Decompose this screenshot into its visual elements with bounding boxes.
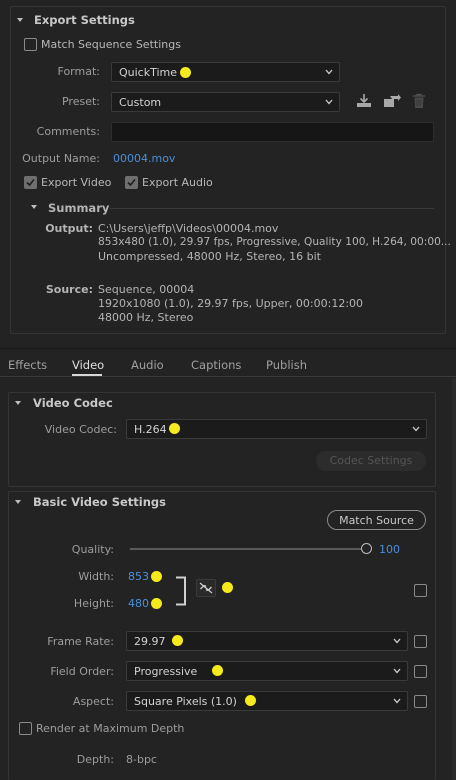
tab-publish[interactable]: Publish xyxy=(266,358,307,372)
format-label: Format: xyxy=(57,65,100,78)
quality-slider-handle[interactable] xyxy=(361,543,372,554)
format-dropdown[interactable]: QuickTime xyxy=(111,62,340,82)
summary-source-line: 1920x1080 (1.0), 29.97 fps, Upper, 00:00… xyxy=(98,297,364,310)
summary-output-line: Uncompressed, 48000 Hz, Stereo, 16 bit xyxy=(98,250,321,263)
match-sequence-checkbox[interactable] xyxy=(24,38,37,51)
aspect-value: Square Pixels (1.0) xyxy=(134,695,237,708)
quality-slider-track[interactable] xyxy=(130,548,366,550)
field-order-value: Progressive xyxy=(134,665,198,678)
preset-dropdown[interactable]: Custom xyxy=(111,92,340,112)
basic-video-settings-title: Basic Video Settings xyxy=(33,495,166,509)
frame-rate-value: 29.97 xyxy=(134,635,166,648)
chevron-down-icon xyxy=(412,426,420,432)
comments-label: Comments: xyxy=(36,125,100,138)
checkmark-icon xyxy=(127,178,136,187)
field-order-dropdown[interactable]: Progressive xyxy=(126,661,408,681)
summary-title: Summary xyxy=(48,201,110,215)
depth-label: Depth: xyxy=(76,753,114,766)
export-audio-checkbox[interactable] xyxy=(125,176,138,189)
chevron-down-icon xyxy=(393,668,401,674)
tab-video[interactable]: Video xyxy=(72,358,104,372)
dimensions-override-checkbox[interactable] xyxy=(414,584,427,597)
unlink-chain-icon xyxy=(199,582,213,594)
codec-settings-button[interactable]: Codec Settings xyxy=(316,451,426,471)
frame-rate-override-checkbox[interactable] xyxy=(414,635,427,648)
summary-source-line: Sequence, 00004 xyxy=(98,283,195,296)
dimension-link-bracket xyxy=(176,576,186,606)
export-settings-title: Export Settings xyxy=(34,13,135,27)
highlight-marker xyxy=(172,635,183,646)
tabs-divider xyxy=(0,376,456,377)
tab-effects[interactable]: Effects xyxy=(8,358,47,372)
chevron-down-icon xyxy=(325,69,333,75)
preset-value: Custom xyxy=(119,96,162,109)
collapse-triangle-icon[interactable] xyxy=(30,203,38,211)
field-order-override-checkbox[interactable] xyxy=(414,665,427,678)
output-name-link[interactable]: 00004.mov xyxy=(113,152,175,165)
collapse-triangle-icon[interactable] xyxy=(16,16,24,24)
quality-value[interactable]: 100 xyxy=(379,543,400,556)
constrain-proportions-toggle[interactable] xyxy=(196,579,216,597)
aspect-label: Aspect: xyxy=(72,695,114,708)
video-codec-label: Video Codec: xyxy=(44,423,117,436)
highlight-marker xyxy=(169,423,180,434)
tab-captions[interactable]: Captions xyxy=(191,358,241,372)
chevron-down-icon xyxy=(393,698,401,704)
frame-rate-dropdown[interactable]: 29.97 xyxy=(126,631,408,651)
panel-separator xyxy=(0,348,456,349)
output-name-label: Output Name: xyxy=(22,152,100,165)
chevron-down-icon xyxy=(393,638,401,644)
comments-field[interactable] xyxy=(111,122,434,142)
render-max-depth-label: Render at Maximum Depth xyxy=(36,722,185,735)
summary-output-label: Output: xyxy=(45,222,93,235)
height-value[interactable]: 480 xyxy=(128,597,149,610)
highlight-marker xyxy=(180,67,191,78)
highlight-marker xyxy=(212,665,223,676)
scrollbar-track[interactable] xyxy=(452,378,456,780)
export-video-checkbox[interactable] xyxy=(24,176,37,189)
match-source-button[interactable]: Match Source xyxy=(327,510,426,530)
collapse-triangle-icon[interactable] xyxy=(14,498,22,506)
collapse-triangle-icon[interactable] xyxy=(14,399,22,407)
aspect-dropdown[interactable]: Square Pixels (1.0) xyxy=(126,691,408,711)
depth-value: 8-bpc xyxy=(126,753,157,766)
highlight-marker xyxy=(151,571,162,582)
match-sequence-label: Match Sequence Settings xyxy=(41,38,181,51)
save-preset-icon[interactable] xyxy=(355,93,373,109)
width-label: Width: xyxy=(78,570,114,583)
summary-source-line: 48000 Hz, Stereo xyxy=(98,311,194,324)
height-label: Height: xyxy=(73,597,114,610)
delete-preset-icon[interactable] xyxy=(412,93,426,109)
preset-label: Preset: xyxy=(61,95,100,108)
summary-source-label: Source: xyxy=(45,283,93,296)
tab-audio[interactable]: Audio xyxy=(131,358,164,372)
checkmark-icon xyxy=(26,178,35,187)
quality-label: Quality: xyxy=(71,543,114,556)
render-max-depth-checkbox[interactable] xyxy=(19,722,32,735)
frame-rate-label: Frame Rate: xyxy=(47,635,114,648)
highlight-marker xyxy=(151,598,162,609)
summary-output-line: 853x480 (1.0), 29.97 fps, Progressive, Q… xyxy=(98,236,451,248)
export-audio-label: Export Audio xyxy=(142,176,213,189)
export-video-label: Export Video xyxy=(41,176,112,189)
summary-divider xyxy=(110,208,434,209)
video-codec-title: Video Codec xyxy=(33,396,113,410)
width-value[interactable]: 853 xyxy=(128,570,149,583)
video-codec-value: H.264 xyxy=(134,423,167,436)
highlight-marker xyxy=(245,695,256,706)
summary-output-line: C:\Users\jeffp\Videos\00004.mov xyxy=(98,222,279,235)
highlight-marker xyxy=(222,582,233,593)
chevron-down-icon xyxy=(325,99,333,105)
format-value: QuickTime xyxy=(119,66,178,79)
aspect-override-checkbox[interactable] xyxy=(414,695,427,708)
field-order-label: Field Order: xyxy=(50,665,114,678)
import-preset-icon[interactable] xyxy=(382,93,402,109)
